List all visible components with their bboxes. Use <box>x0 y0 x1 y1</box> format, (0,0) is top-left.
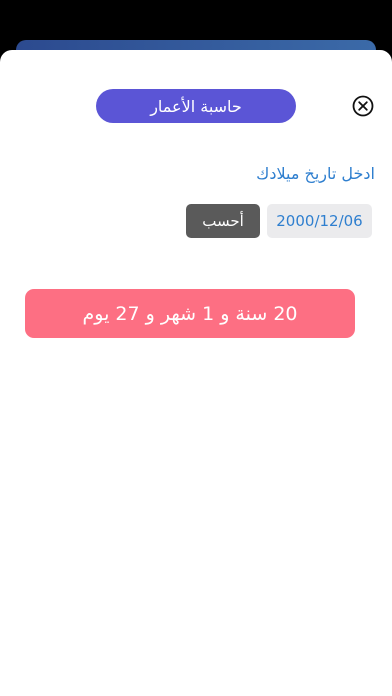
birth-date-prompt: ادخل تاريخ ميلادك <box>256 164 375 183</box>
age-result: 20 سنة و 1 شهر و 27 يوم <box>25 289 355 338</box>
calculate-button[interactable]: أحسب <box>186 204 260 238</box>
close-icon[interactable] <box>352 95 374 117</box>
page-title: حاسبة الأعمار <box>96 89 296 123</box>
age-calculator-sheet: حاسبة الأعمار ادخل تاريخ ميلادك 2000/12/… <box>0 50 392 696</box>
birth-date-input[interactable]: 2000/12/06 <box>267 204 372 238</box>
